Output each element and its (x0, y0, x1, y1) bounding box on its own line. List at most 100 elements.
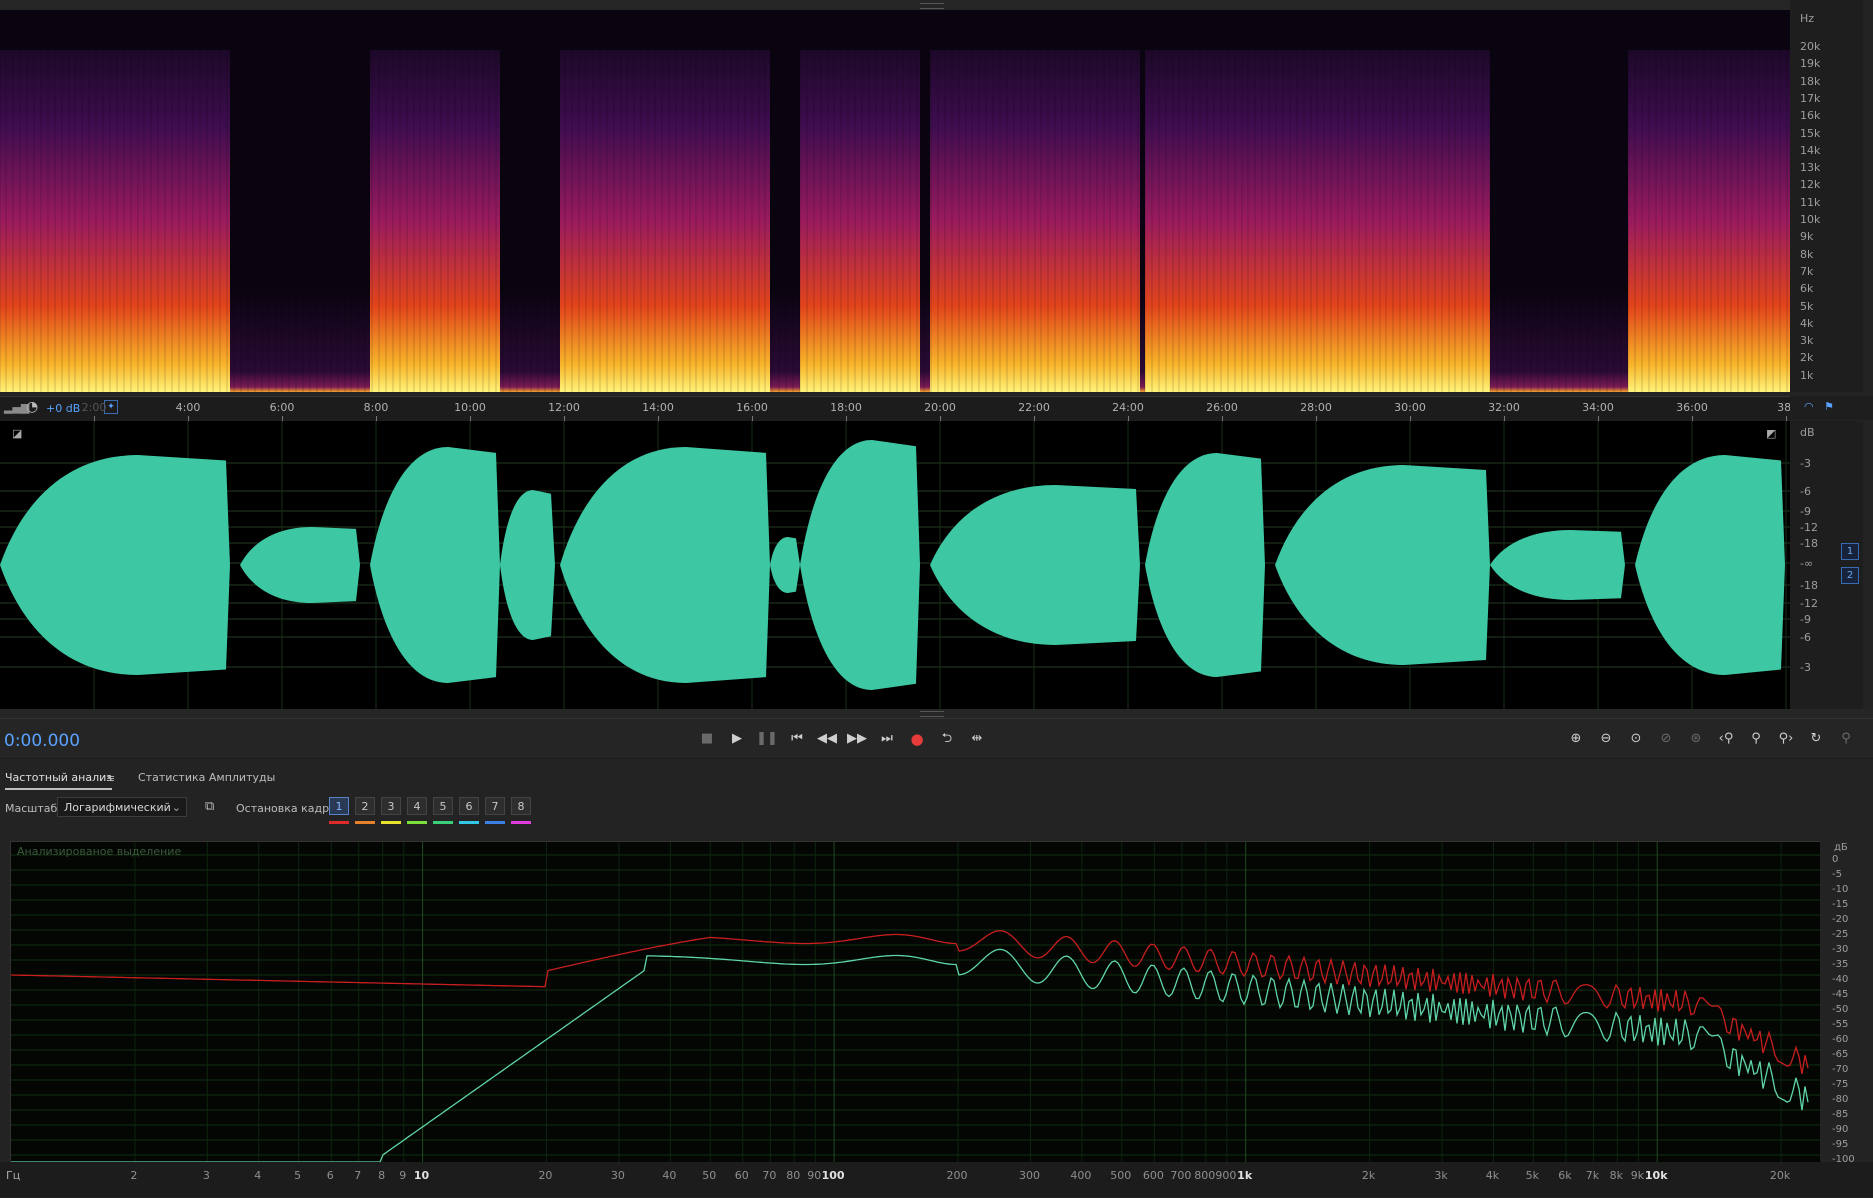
skip-selection-button[interactable]: ⇹ (966, 728, 988, 750)
channel-2-toggle[interactable]: 2 (1841, 567, 1859, 584)
fast-forward-button[interactable]: ▶▶ (846, 728, 868, 750)
hz-tick-label: 15k (1800, 126, 1821, 140)
loop-button[interactable]: ⮌ (936, 728, 958, 750)
spectrum-db-tick-label: -5 (1832, 869, 1842, 880)
tab-amplitude-statistics[interactable]: Статистика Амплитуды (138, 771, 275, 784)
spectrum-hz-tick-label: 900 (1215, 1169, 1237, 1182)
spectrogram-segment (920, 290, 930, 392)
time-tick-label: 10:00 (454, 401, 486, 414)
time-tick-label: 16:00 (736, 401, 768, 414)
spectrum-db-tick-label: -75 (1832, 1079, 1849, 1090)
spectrum-db-tick-label: -85 (1832, 1109, 1849, 1120)
spectrum-db-tick-label: -10 (1832, 884, 1849, 895)
freeze-frame-8-button[interactable]: 8 (511, 797, 531, 815)
copy-icon[interactable]: ⧉ (205, 799, 214, 814)
hz-tick-label: 20k (1800, 40, 1821, 53)
freeze-frame-3-button[interactable]: 3 (381, 797, 401, 815)
zoom-out-amplitude-button[interactable]: ⊖ (1595, 728, 1617, 750)
spectral-frequency-display[interactable] (0, 10, 1790, 392)
freeze-frame-5-button[interactable]: 5 (433, 797, 453, 815)
hz-tick-label: 16k (1800, 109, 1821, 123)
go-to-start-button[interactable]: ⏮ (786, 728, 808, 750)
zoom-to-fit-button[interactable]: ⊙ (1625, 728, 1647, 750)
spectrum-hz-tick-label: 4k (1485, 1169, 1500, 1182)
hz-tick-label: 1k (1800, 368, 1814, 382)
freeze-frame-7-button[interactable]: 7 (485, 797, 505, 815)
waveform-display[interactable]: ◪ ◩ (0, 421, 1790, 709)
panel-resize-handle-top[interactable] (0, 0, 1790, 10)
grip-icon (920, 3, 944, 9)
waveform-image (0, 421, 1790, 709)
frequency-spectrum-plot[interactable]: Анализированое выделение (10, 841, 1822, 1163)
freeze-frame-4-button[interactable]: 4 (407, 797, 427, 815)
waveform-segment (560, 447, 770, 683)
spectrum-hz-tick-label: 100 (821, 1169, 845, 1182)
play-button[interactable]: ▶ (726, 728, 748, 750)
time-tick-label: 32:00 (1488, 401, 1520, 414)
record-button[interactable]: ● (906, 728, 928, 750)
zoom-out-full-button[interactable]: ⊘ (1655, 728, 1677, 750)
hz-tick-label: 18k (1800, 74, 1821, 88)
channel-1-toggle[interactable]: 1 (1841, 543, 1859, 560)
spectrum-curve-frame-1 (11, 930, 1809, 1075)
freeze-frame-6-button[interactable]: 6 (459, 797, 479, 815)
time-tick-label: 30:00 (1394, 401, 1426, 414)
freeze-frame-color-swatch (381, 821, 401, 824)
expand-icon[interactable]: ◪ (12, 427, 22, 440)
zoom-reset-button[interactable]: ⊛ (1685, 728, 1707, 750)
zoom-in-amplitude-button[interactable]: ⊕ (1565, 728, 1587, 750)
gain-knob-icon[interactable]: ◔ (26, 399, 38, 415)
zoom-out-button[interactable]: ↻ (1805, 728, 1827, 750)
scale-dropdown[interactable]: Логарифмический ⌄ (57, 797, 187, 817)
spectrum-hz-tick-label: 9 (399, 1169, 407, 1182)
freeze-frame-label: Остановка кадра: (236, 802, 340, 815)
db-tick-label: -9 (1800, 613, 1811, 626)
db-tick-label: -6 (1800, 485, 1811, 498)
waveform-segment (800, 440, 920, 690)
freeze-frame-1-button[interactable]: 1 (329, 797, 349, 815)
spectrum-db-tick-label: -35 (1832, 959, 1849, 970)
spectrum-db-unit: дБ (1834, 842, 1848, 853)
freeze-frame-2-button[interactable]: 2 (355, 797, 375, 815)
hz-tick-label: 6k (1800, 282, 1814, 296)
panel-menu-icon[interactable]: ≡ (106, 772, 115, 785)
headphones-icon[interactable]: ◠ (1804, 400, 1814, 413)
spectrum-hz-tick-label: 3k (1434, 1169, 1448, 1182)
go-to-end-button[interactable]: ⏭ (876, 728, 898, 750)
tab-frequency-analysis[interactable]: Частотный анализ (5, 771, 113, 790)
time-tick-label: 8:00 (363, 401, 389, 414)
time-tick-label: 24:00 (1112, 401, 1144, 414)
spectrum-db-tick-label: -50 (1832, 1004, 1849, 1015)
rewind-button[interactable]: ◀◀ (816, 728, 838, 750)
collapse-icon[interactable]: ◩ (1766, 427, 1776, 440)
spectrum-hz-tick-label: 700 (1170, 1169, 1192, 1182)
db-tick-label: -3 (1800, 661, 1811, 674)
spectrum-db-tick-label: -55 (1832, 1019, 1849, 1030)
freeze-frame-color-swatch (329, 821, 349, 824)
hz-tick-label: 7k (1800, 264, 1814, 278)
zoom-in-left-button[interactable]: ‹⚲ (1715, 728, 1737, 750)
spectrum-hz-tick-label: 3 (202, 1169, 210, 1182)
spectrum-hz-tick-label: 8 (378, 1169, 386, 1182)
spectrum-db-tick-label: -60 (1832, 1034, 1849, 1045)
time-ruler[interactable]: ▂▄▆ ◔ +0 dB ✦ 2:00 4:00 6:00 8:00 10:00 12:00… (0, 396, 1795, 422)
zoom-selection-button[interactable]: ⚲ (1835, 728, 1857, 750)
hz-tick-label: 17k (1800, 91, 1821, 105)
db-tick-label: -12 (1800, 521, 1818, 534)
chevron-down-icon: ⌄ (171, 801, 181, 814)
gain-value[interactable]: +0 dB (46, 402, 80, 415)
spectrum-hz-tick-label: 2k (1361, 1169, 1376, 1182)
spectrum-hz-unit: Гц (6, 1169, 21, 1182)
marker-icon[interactable]: ⚑ (1824, 400, 1834, 413)
spectrum-hz-tick-label: 70 (762, 1169, 777, 1182)
pause-button[interactable]: ❚❚ (756, 728, 778, 750)
zoom-in-right-button[interactable]: ⚲› (1775, 728, 1797, 750)
time-tick-label: 36:00 (1676, 401, 1708, 414)
spectrum-hz-tick-label: 600 (1142, 1169, 1164, 1182)
panel-resize-handle[interactable] (0, 709, 1873, 718)
zoom-in-button[interactable]: ⚲ (1745, 728, 1767, 750)
stop-button[interactable]: ■ (696, 728, 718, 750)
timecode-display[interactable]: 0:00.000 (4, 731, 80, 751)
spectrum-hz-tick-label: 20k (1769, 1169, 1791, 1182)
transport-bar: 0:00.000 ■ ▶ ❚❚ ⏮ ◀◀ ▶▶ ⏭ ● ⮌ ⇹ ⊕ ⊖ ⊙ ⊘ … (0, 718, 1873, 759)
